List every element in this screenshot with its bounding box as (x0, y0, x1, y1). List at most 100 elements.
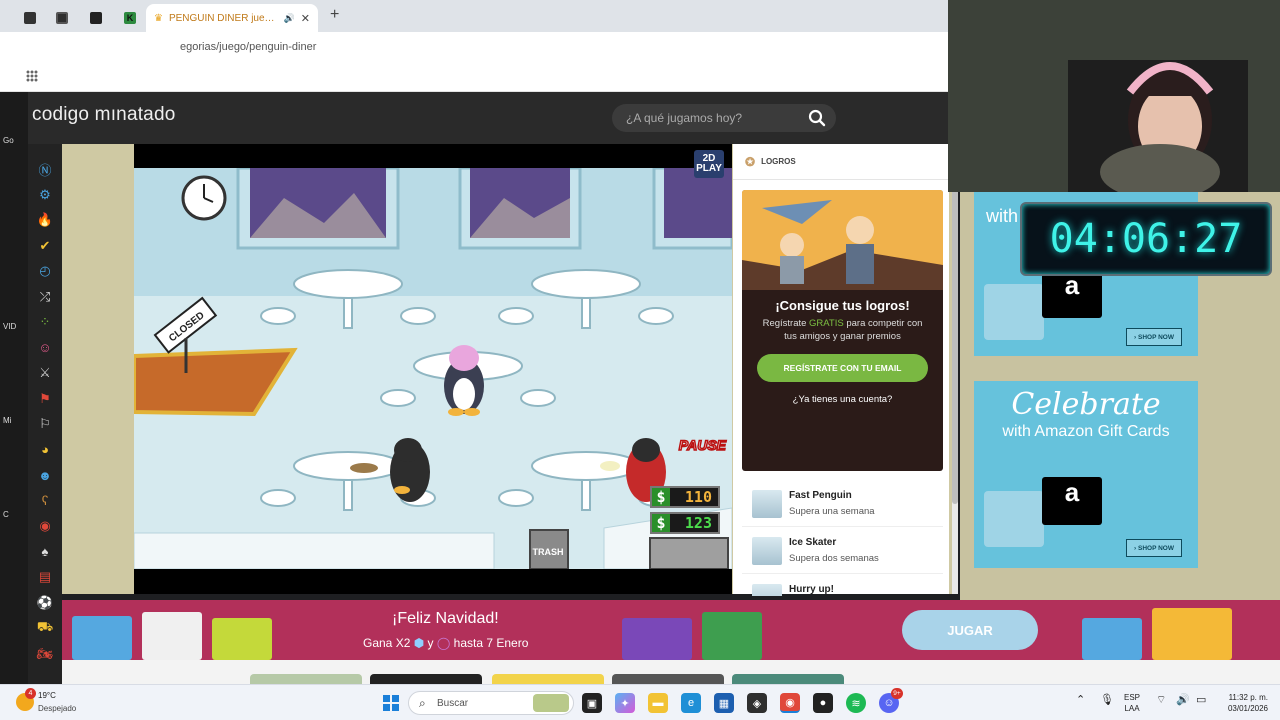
check-icon[interactable]: ✔ (36, 237, 54, 256)
gift-box-icon (1082, 618, 1142, 660)
file-explorer-icon[interactable]: ▬ (648, 693, 668, 713)
dots-icon[interactable]: ⁘ (36, 313, 54, 332)
gem-icon: ⬢ (413, 636, 425, 650)
game-thumbnail[interactable] (250, 674, 362, 684)
windows-start-icon[interactable] (381, 693, 401, 713)
volume-icon[interactable]: 🔊 (1176, 695, 1190, 706)
ad-bottom-shop-button[interactable]: › SHOP NOW (1126, 539, 1182, 557)
banner-subtitle-before: Gana X2 (363, 636, 411, 650)
search-icon[interactable] (808, 109, 826, 127)
new-icon[interactable]: Ⓝ (36, 160, 54, 179)
swords-icon[interactable]: ⚔ (36, 364, 54, 383)
ad-top-shop-button[interactable]: › SHOP NOW (1126, 328, 1182, 346)
scrollbar-thumb[interactable] (952, 144, 958, 504)
tab-title: PENGUIN DINER juego gra (168, 12, 278, 24)
gear-icon[interactable]: ⚙ (36, 186, 54, 205)
strip-label-4: C (3, 510, 9, 519)
site-logo[interactable]: codigo mınatado (32, 104, 176, 126)
achievement-desc: Supera dos semanas (789, 553, 879, 564)
achievement-thumbnail (752, 537, 782, 565)
bear-icon[interactable]: ʕ (36, 492, 54, 511)
wifi-icon[interactable]: ⌔ (1156, 695, 1166, 706)
achievements-list: Fast Penguin Supera una semana Ice Skate… (742, 480, 943, 596)
pinned-tab-1[interactable] (16, 4, 44, 32)
list-item[interactable]: Ice Skater Supera dos semanas (742, 527, 943, 574)
tray-time: 11:32 p. m. (1228, 693, 1268, 702)
task-view-icon[interactable]: ▣ (582, 693, 602, 713)
family-icon[interactable]: ☻ (36, 466, 54, 485)
close-tab-icon[interactable]: ✕ (301, 12, 310, 25)
login-link[interactable]: ¿Ya tienes una cuenta? (742, 394, 943, 405)
pinned-tab-2[interactable] (48, 4, 76, 32)
money-total: $ 123 (650, 512, 720, 534)
chevron-up-icon[interactable]: ⌃ (1076, 695, 1085, 706)
discord-badge: 9+ (891, 688, 903, 699)
pinned-tab-4[interactable]: K (116, 4, 144, 32)
penguin-diner-scene[interactable]: CLOSED TRASH (134, 168, 732, 569)
lang-top: ESP (1124, 693, 1141, 702)
spotify-icon[interactable]: ≋ (846, 693, 866, 713)
language-indicator[interactable]: ESP LAA (1124, 692, 1140, 714)
pinned-tab-3[interactable] (82, 4, 110, 32)
store-icon[interactable]: ▦ (714, 693, 734, 713)
money-total-symbol: $ (652, 514, 670, 532)
browser-tab-bar: K ♛ PENGUIN DINER juego gra 🔊 ✕ + (0, 0, 948, 32)
cash-register (649, 537, 729, 569)
taskbar-search-input[interactable]: ⌕ Buscar (408, 691, 574, 715)
edge-icon[interactable]: e (681, 693, 701, 713)
achievement-name: Ice Skater (789, 537, 837, 548)
car-icon[interactable]: ⛟ (36, 619, 54, 638)
chrome-icon[interactable]: ◉ (780, 693, 800, 713)
soccer-icon[interactable]: ⚽ (36, 594, 54, 613)
money-total-amount: 123 (684, 514, 712, 532)
promo-text-highlight: GRATIS (809, 318, 844, 329)
game-thumbnail[interactable] (612, 674, 724, 684)
tab-penguin-diner[interactable]: ♛ PENGUIN DINER juego gra 🔊 ✕ (146, 4, 318, 32)
spade-icon[interactable]: ♠ (36, 543, 54, 562)
trash-can[interactable]: TRASH (529, 529, 569, 569)
game-frame[interactable]: CLOSED TRASH 2D PLAY PAUSE $ 110 $ 123 (134, 144, 732, 594)
game-search-input[interactable]: ¿A qué jugamos hoy? (612, 104, 836, 132)
achievement-desc: Supera una semana (789, 506, 875, 517)
strip-label-1: Go (3, 136, 14, 145)
people-icon[interactable]: ☺ (36, 339, 54, 358)
list-item[interactable]: Fast Penguin Supera una semana (742, 480, 943, 527)
battery-icon[interactable]: ▭ (1196, 695, 1206, 706)
money-earned: $ 110 (650, 486, 720, 508)
microphone-icon[interactable]: 🎙 (1100, 695, 1114, 706)
list-item[interactable]: Hurry up! (742, 574, 943, 596)
pokeball-icon[interactable]: ◉ (36, 517, 54, 536)
webcam-overlay (948, 0, 1280, 192)
flag-icon[interactable]: ⚑ (36, 390, 54, 409)
play-button[interactable]: JUGAR (902, 610, 1038, 650)
amazon-ad-bottom[interactable]: Celebrate with Amazon Gift Cards a › SHO… (974, 381, 1198, 568)
speaker-icon[interactable]: 🔊 (284, 13, 295, 24)
game-thumbnail[interactable] (492, 674, 604, 684)
apps-grid-icon[interactable] (26, 70, 38, 82)
shuffle-icon[interactable]: ⤮ (36, 288, 54, 307)
obs-icon[interactable]: ◈ (747, 693, 767, 713)
bike-icon[interactable]: 🏍 (36, 645, 54, 664)
pacman-icon[interactable]: ◕ (36, 441, 54, 460)
star-icon (1152, 608, 1232, 660)
pause-button[interactable]: PAUSE (678, 436, 727, 454)
copilot-icon[interactable]: ✦ (615, 693, 635, 713)
address-bar[interactable]: egorias/juego/penguin-diner (0, 32, 948, 62)
checkered-flag-icon[interactable]: ⚐ (36, 415, 54, 434)
app-icon[interactable]: ● (813, 693, 833, 713)
christmas-banner: ¡Feliz Navidad! Gana X2 ⬢ y ◯ hasta 7 En… (62, 600, 1280, 660)
clock-icon[interactable]: ◴ (36, 262, 54, 281)
panel-scrollbar[interactable] (952, 144, 958, 594)
cards-icon[interactable]: ▤ (36, 568, 54, 587)
achievement-name: Fast Penguin (789, 490, 852, 501)
url-text[interactable]: egorias/juego/penguin-diner (180, 41, 316, 53)
new-tab-button[interactable]: + (330, 6, 339, 24)
knights-illustration (742, 190, 943, 290)
2dplay-logo[interactable]: 2D PLAY (694, 150, 724, 178)
register-email-button[interactable]: REGÍSTRATE CON TU EMAIL (757, 354, 928, 382)
fire-icon[interactable]: 🔥 (36, 211, 54, 230)
clock-tray[interactable]: 11:32 p. m. 03/01/2026 (1216, 692, 1268, 714)
game-thumbnail[interactable] (732, 674, 844, 684)
medal-icon: ✪ (745, 154, 756, 169)
game-thumbnail[interactable] (370, 674, 482, 684)
